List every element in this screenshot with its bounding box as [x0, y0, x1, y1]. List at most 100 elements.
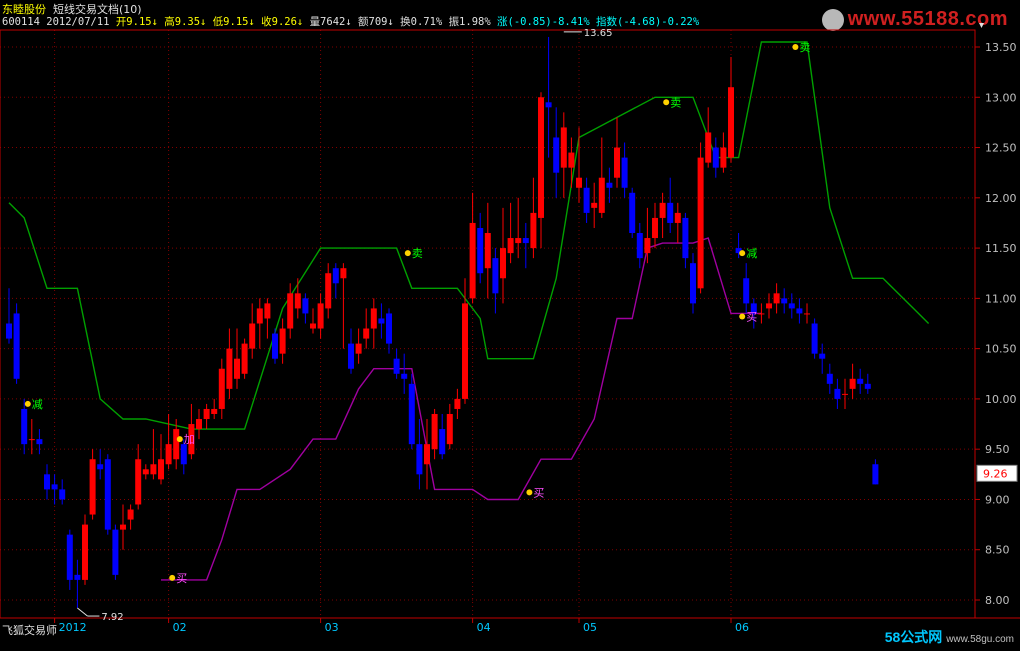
candle-body	[667, 202, 674, 223]
candle-body	[196, 419, 202, 430]
signal-marker	[526, 489, 533, 496]
candle-body	[287, 293, 294, 329]
candle-body	[454, 398, 461, 409]
signal-marker	[739, 313, 746, 320]
y-tick-label: 13.00	[985, 91, 1017, 104]
y-tick-label: 10.00	[985, 393, 1017, 406]
candle-body	[424, 444, 430, 465]
software-name: 飞狐交易师	[2, 624, 57, 637]
candle-body	[317, 303, 324, 329]
candle-body	[598, 177, 605, 213]
candle-body	[127, 509, 134, 520]
candle-body	[325, 273, 332, 309]
signal-label: 买	[533, 486, 544, 499]
signal-label: 卖	[799, 41, 810, 54]
candle-body	[218, 368, 225, 409]
candle-body	[44, 474, 50, 490]
candle-body	[826, 373, 833, 384]
candle-body	[530, 212, 537, 249]
signal-marker	[792, 44, 799, 50]
x-tick-label: 04	[477, 621, 491, 634]
candle-body	[59, 489, 66, 500]
y-tick-label: 13.50	[985, 41, 1017, 54]
y-tick-label: 9.00	[985, 493, 1010, 506]
candle-body	[773, 293, 780, 304]
candle-body	[249, 323, 256, 349]
candle-body	[408, 383, 415, 445]
y-tick-label: 12.50	[985, 142, 1017, 155]
candle-body	[652, 217, 658, 239]
candle-body	[36, 439, 43, 445]
candle-body	[469, 222, 476, 299]
candle-body	[553, 137, 560, 173]
candle-body	[203, 408, 210, 420]
candle-body	[74, 574, 81, 580]
candle-body	[120, 524, 126, 530]
candle-body	[690, 263, 696, 304]
candle-body	[515, 238, 522, 244]
candle-body	[606, 182, 613, 188]
candle-body	[165, 444, 172, 465]
signal-marker	[404, 250, 411, 257]
signal-label: 减	[746, 247, 757, 260]
y-tick-label: 9.50	[985, 443, 1010, 456]
candle-body	[13, 313, 20, 379]
candle-body	[614, 147, 620, 178]
candle-body	[135, 459, 142, 505]
candle-body	[340, 268, 347, 279]
candle-body	[158, 459, 164, 480]
candle-body	[393, 358, 400, 374]
candle-body	[766, 303, 772, 309]
candle-body	[568, 152, 575, 168]
candle-body	[89, 459, 96, 515]
y-tick-label: 8.50	[985, 544, 1010, 557]
candle-body	[82, 524, 88, 580]
x-tick-label: 03	[325, 621, 339, 634]
candle-body	[21, 408, 28, 445]
y-tick-label: 11.50	[985, 242, 1017, 255]
candle-body	[864, 383, 871, 389]
candle-body	[142, 469, 149, 475]
candle-body	[621, 157, 628, 188]
signal-marker	[663, 99, 670, 106]
candle-body	[439, 429, 446, 455]
candle-body	[872, 464, 879, 485]
candle-body	[66, 534, 73, 580]
candle-body	[674, 212, 681, 223]
candle-body	[302, 298, 309, 314]
candle-body	[294, 293, 301, 309]
candle-body	[538, 97, 544, 218]
candle-body	[112, 529, 119, 575]
candle-body	[728, 87, 734, 158]
scroll-up-icon	[979, 23, 984, 28]
current-price-label: 9.26	[983, 467, 1008, 480]
max-price-label: 13.65	[584, 28, 613, 39]
candle-body	[492, 258, 499, 294]
grid	[0, 30, 975, 618]
x-tick-label: 02	[173, 621, 187, 634]
resistance-line	[8, 41, 930, 430]
x-tick-label: 06	[735, 621, 749, 634]
candle-body	[386, 313, 392, 344]
candle-body	[560, 127, 567, 168]
candle-body	[173, 429, 180, 460]
candle-body	[241, 343, 248, 374]
y-tick-label: 10.50	[985, 343, 1017, 356]
price-chart[interactable]: 8.00 8.50 9.00 9.50 10.00 10.50 11.00 11.50 12.0…	[0, 0, 1020, 651]
candle-body	[682, 217, 689, 259]
candle-body	[264, 303, 271, 319]
signal-marker	[169, 574, 176, 581]
signal-label: 买	[746, 310, 757, 323]
candle-body	[256, 308, 263, 324]
candle-body	[507, 238, 514, 254]
signal-marker	[24, 400, 31, 407]
candle-body	[279, 328, 286, 354]
min-price-label: 7.92	[101, 612, 123, 623]
candle-body	[500, 248, 506, 279]
candle-body	[743, 278, 750, 304]
candle-body	[97, 464, 104, 470]
candle-body	[310, 323, 316, 329]
candle-body	[697, 157, 704, 289]
candle-body	[150, 464, 157, 475]
signal-label: 买	[176, 572, 187, 585]
